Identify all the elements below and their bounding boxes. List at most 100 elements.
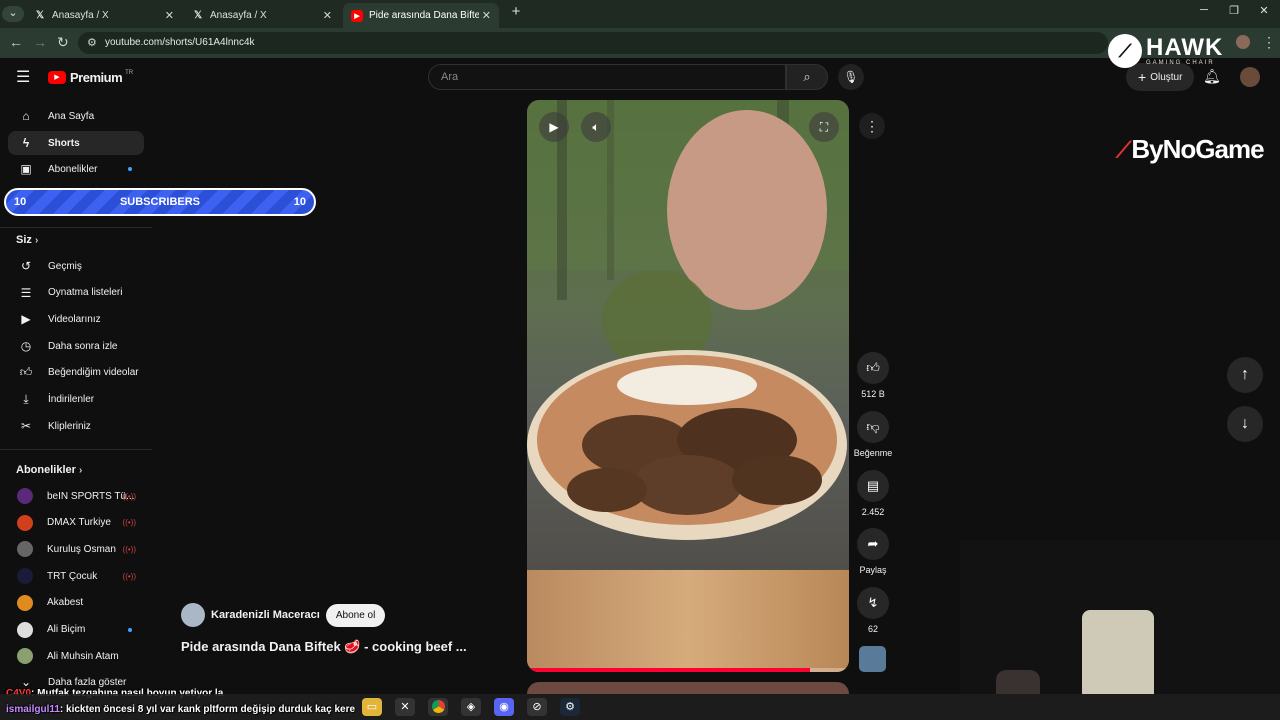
channel-avatar[interactable] <box>181 603 205 627</box>
next-short-preview[interactable] <box>527 682 849 694</box>
chrome-icon[interactable] <box>428 698 448 716</box>
mute-button[interactable]: 🔈︎ <box>581 112 611 142</box>
account-avatar[interactable] <box>1240 67 1260 87</box>
browser-tab-2[interactable]: 𝕏 Anasayfa / X ✕ <box>184 3 340 28</box>
subscription-item[interactable]: Ali Muhsin Atam <box>8 644 144 668</box>
next-short-button[interactable]: ↓ <box>1227 406 1263 442</box>
subscription-item[interactable]: TRT Çocuk ((•)) <box>8 564 144 588</box>
close-icon[interactable]: ✕ <box>165 9 174 22</box>
back-icon[interactable]: ← <box>9 34 23 50</box>
notifications-bell-icon[interactable]: 🔔︎ <box>1203 68 1221 85</box>
sidebar-item-your-videos[interactable]: ▶ Videolarınız <box>8 307 144 331</box>
play-icon: ▶ <box>549 120 559 134</box>
address-bar[interactable]: ⚙ youtube.com/shorts/U61A4lnnc4k <box>78 32 1108 54</box>
youtube-logo-icon: ▶ <box>351 9 363 22</box>
restore-button[interactable]: ❐ <box>1220 4 1248 22</box>
like-action[interactable]: 👍︎ 512 B <box>855 352 891 399</box>
menu-icon[interactable]: ⋮ <box>1262 34 1276 51</box>
tab-search-button[interactable]: ⌄ <box>2 6 24 22</box>
progress-fill <box>527 668 811 672</box>
sidebar-item-liked[interactable]: 👍︎ Beğendiğim videolar <box>8 361 144 385</box>
sidebar-item-shorts[interactable]: ϟ Shorts <box>8 131 144 155</box>
subscription-item[interactable]: Kuruluş Osman ((•)) <box>8 537 144 561</box>
liked-icon: 👍︎ <box>19 365 33 380</box>
widget-label: SUBSCRIBERS <box>119 196 201 208</box>
subscriptions-icon: ▣ <box>20 162 32 176</box>
chat-user: ismailgul11 <box>6 704 60 715</box>
new-tab-button[interactable]: + <box>502 3 530 21</box>
sidebar-item-playlists[interactable]: ☰ Oynatma listeleri <box>8 281 144 305</box>
video-frame <box>527 100 849 672</box>
search-button[interactable]: ⌕ <box>786 64 828 90</box>
app-icon[interactable]: ◈ <box>461 698 481 716</box>
comment-count: 2.452 <box>861 507 885 517</box>
forward-icon[interactable]: → <box>33 34 47 50</box>
sidebar-item-subscriptions[interactable]: ▣ Abonelikler <box>8 157 144 181</box>
previous-short-button[interactable]: ↑ <box>1227 357 1263 393</box>
discord-icon[interactable]: ◉ <box>494 698 514 716</box>
fullscreen-button[interactable]: ⛶ <box>809 112 839 142</box>
browser-tab-active[interactable]: ▶ Pide arasında Dana Biftek 🥩 ✕ <box>343 3 499 28</box>
more-options-button[interactable]: ⋮ <box>859 113 885 139</box>
sidebar-item-downloads[interactable]: ⤓ İndirilenler <box>8 388 144 412</box>
live-icon: ((•)) <box>122 491 136 501</box>
you-section-title[interactable]: Siz › <box>16 234 38 246</box>
subscription-label: Ali Biçim <box>47 624 86 635</box>
hawk-sponsor-logo: ⟋ HAWK GAMING CHAIR <box>1108 34 1223 68</box>
search-placeholder: Ara <box>441 71 459 83</box>
sound-thumbnail[interactable] <box>859 646 886 672</box>
subscription-item[interactable]: Akabest <box>8 591 144 615</box>
comments-action[interactable]: ▤ 2.452 <box>855 470 891 517</box>
chevron-right-icon: › <box>34 235 39 246</box>
subscribers-goal-widget: 10 SUBSCRIBERS 10 <box>4 188 316 216</box>
subscription-item[interactable]: Ali Biçim <box>8 618 144 642</box>
browser-toolbar: ← → ↻ ⚙ youtube.com/shorts/U61A4lnnc4k ⋮ <box>0 28 1280 58</box>
browser-tab-1[interactable]: 𝕏 Anasayfa / X ✕ <box>26 3 182 28</box>
channel-name[interactable]: Karadenizli Maceracı <box>211 609 320 621</box>
show-more-label: Daha fazla göster <box>48 676 127 688</box>
new-content-dot <box>128 627 132 632</box>
steam-icon[interactable]: ⚙ <box>560 698 580 716</box>
short-title[interactable]: Pide arasında Dana Biftek 🥩 - cooking be… <box>181 639 467 655</box>
live-icon: ((•)) <box>122 544 136 554</box>
channel-avatar <box>17 514 33 531</box>
shorts-video-player[interactable]: ▶ 🔈︎ ⛶ <box>527 100 849 672</box>
channel-avatar <box>17 488 33 504</box>
minimize-button[interactable]: ─ <box>1190 4 1218 22</box>
playlists-icon: ☰ <box>20 285 32 300</box>
hamburger-menu-icon[interactable]: ☰ <box>16 67 30 87</box>
share-action[interactable]: ➦ Paylaş <box>855 528 891 575</box>
sidebar-item-clips[interactable]: ✂ Klipleriniz <box>8 414 144 438</box>
subscription-item[interactable]: beIN SPORTS Tü... ((•)) <box>8 484 144 508</box>
x-logo-icon: 𝕏 <box>35 10 45 21</box>
home-icon: ⌂ <box>22 109 30 123</box>
profile-avatar[interactable] <box>1236 35 1250 49</box>
progress-track[interactable] <box>527 668 849 672</box>
sidebar-item-label: Videolarınız <box>48 313 101 325</box>
site-info-icon[interactable]: ⚙ <box>87 36 97 49</box>
sidebar-item-home[interactable]: ⌂ Ana Sayfa <box>8 104 144 128</box>
watch-later-icon: ◷ <box>20 339 32 354</box>
play-button[interactable]: ▶ <box>539 112 569 142</box>
bynogame-sponsor-logo: ⟋ ByNoGame <box>1116 134 1265 165</box>
close-window-button[interactable]: ✕ <box>1250 4 1278 22</box>
xbox-icon[interactable]: ✕ <box>395 698 415 716</box>
subscription-item[interactable]: DMAX Turkiye ((•)) <box>8 511 144 535</box>
subscriptions-section-title[interactable]: Abonelikler › <box>16 464 82 476</box>
remix-action[interactable]: ↯ 62 <box>855 587 891 634</box>
app-icon[interactable]: ⊘ <box>527 698 547 716</box>
hawk-subtitle: GAMING CHAIR <box>1146 60 1215 66</box>
voice-search-button[interactable]: 🎙 <box>838 64 864 90</box>
sidebar-item-history[interactable]: ↺ Geçmiş <box>8 254 144 278</box>
youtube-play-icon: ▶ <box>48 71 66 84</box>
sidebar-item-watch-later[interactable]: ◷ Daha sonra izle <box>8 334 144 358</box>
hawk-emblem-icon: ⟋ <box>1108 34 1142 68</box>
close-icon[interactable]: ✕ <box>482 9 491 22</box>
reload-icon[interactable]: ↻ <box>57 34 69 51</box>
dislike-action[interactable]: 👎︎ Beğenme <box>854 411 892 458</box>
close-icon[interactable]: ✕ <box>323 9 332 22</box>
youtube-logo[interactable]: ▶ Premium TR <box>48 70 133 85</box>
file-explorer-icon[interactable]: ▭ <box>362 698 382 716</box>
subscribe-button[interactable]: Abone ol <box>325 603 386 627</box>
search-input[interactable]: Ara <box>428 64 786 90</box>
